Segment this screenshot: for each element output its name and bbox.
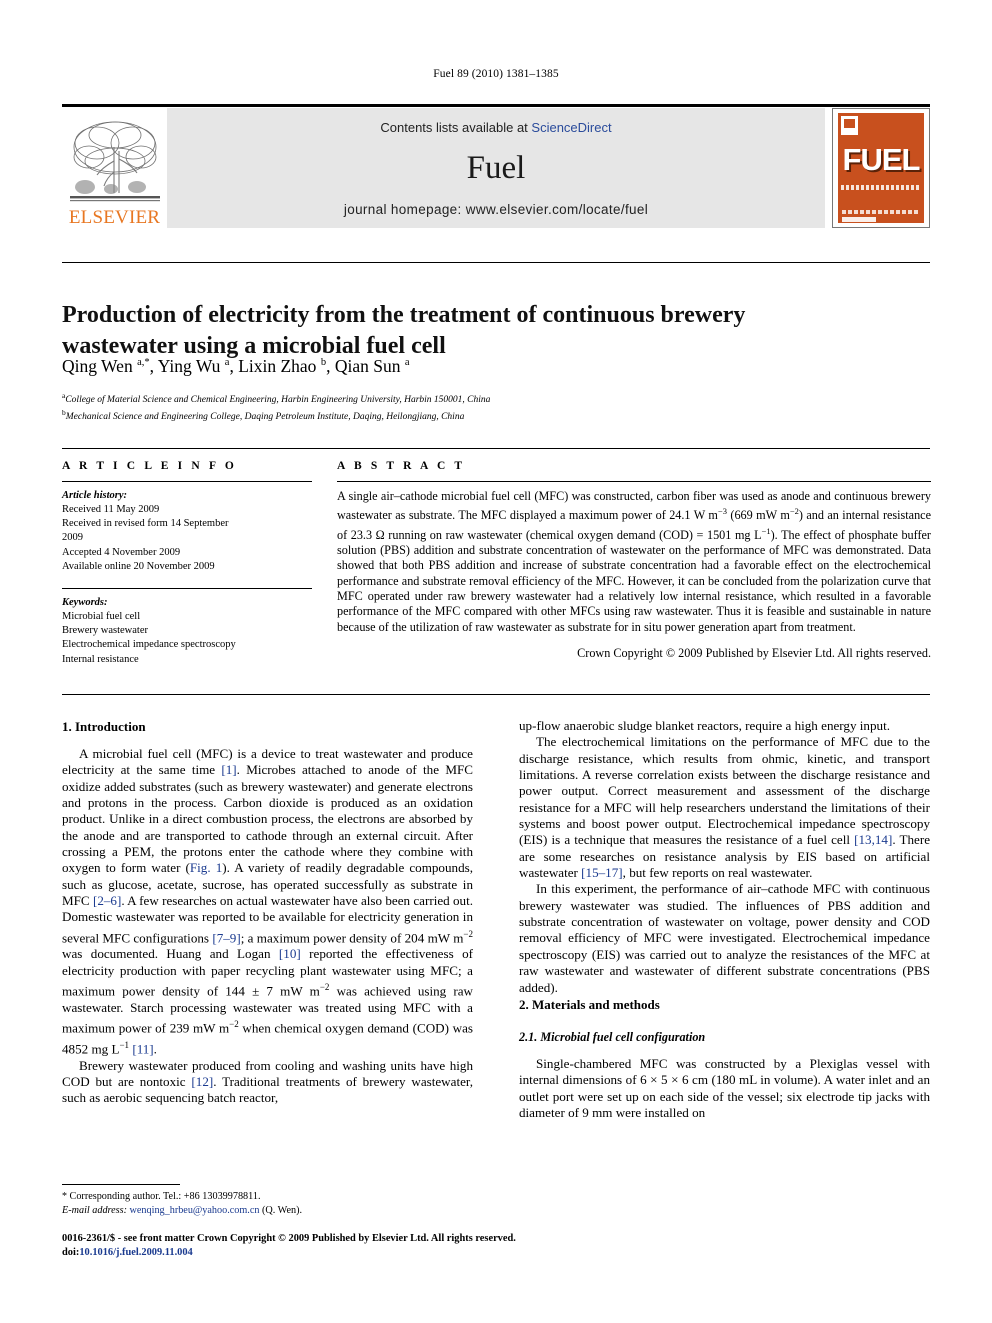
elsevier-logo: ELSEVIER	[62, 108, 167, 228]
abstract-rule	[337, 481, 931, 482]
body-paragraph: In this experiment, the performance of a…	[519, 881, 930, 995]
cover-title-text: FUEL	[842, 142, 921, 177]
affiliation-item: bMechanical Science and Engineering Coll…	[62, 407, 882, 424]
cover-subtitle-bar	[841, 185, 921, 190]
email-label: E-mail address:	[62, 1204, 127, 1216]
info-bottom-divider	[62, 694, 930, 695]
running-head: Fuel 89 (2010) 1381–1385	[433, 68, 559, 80]
body-paragraph: The electrochemical limitations on the p…	[519, 734, 931, 881]
abstract-text: A single air–cathode microbial fuel cell…	[337, 489, 931, 634]
abstract-block: A B S T R A C T A single air–cathode mic…	[337, 460, 931, 661]
body-column-right: up-flow anaerobic sludge blanket reactor…	[519, 718, 930, 1121]
section-heading: 2. Materials and methods	[519, 996, 660, 1012]
article-history-label: Article history:	[62, 490, 128, 501]
contents-prefix: Contents lists available at	[380, 120, 532, 135]
keyword-item: Internal resistance	[62, 653, 139, 665]
affiliation-item: aCollege of Material Science and Chemica…	[62, 390, 882, 407]
author-list: Qing Wen a,*, Ying Wu a, Lixin Zhao b, Q…	[62, 355, 410, 376]
journal-homepage-link[interactable]: journal homepage: www.elsevier.com/locat…	[167, 202, 825, 217]
elsevier-tree-icon	[67, 117, 163, 207]
article-info-heading: A R T I C L E I N F O	[62, 460, 237, 472]
cover-footer-bar	[842, 210, 920, 214]
masthead-top-rule	[62, 104, 930, 107]
doi-line: doi:10.1016/j.fuel.2009.11.004	[62, 1246, 932, 1260]
affiliation-text: Mechanical Science and Engineering Colle…	[65, 411, 465, 422]
body-paragraph: A microbial fuel cell (MFC) is a device …	[62, 746, 473, 1057]
cover-elsevier-mini-icon	[841, 116, 858, 135]
body-column-left: 1. Introduction A microbial fuel cell (MF…	[62, 718, 473, 1107]
abstract-heading: A B S T R A C T	[337, 460, 466, 472]
body-paragraph: up-flow anaerobic sludge blanket reactor…	[519, 718, 890, 733]
imprint-block: 0016-2361/$ - see front matter Crown Cop…	[62, 1232, 932, 1260]
imprint-line: 0016-2361/$ - see front matter Crown Cop…	[62, 1233, 516, 1244]
article-history-item: 2009	[62, 532, 83, 544]
masthead-center: Contents lists available at ScienceDirec…	[167, 108, 825, 228]
affiliation-text: College of Material Science and Chemical…	[65, 395, 491, 406]
email-link[interactable]: wenqing_hrbeu@yahoo.com.cn	[130, 1205, 260, 1216]
keyword-item: Microbial fuel cell	[62, 611, 141, 623]
title-divider	[62, 262, 930, 263]
sciencedirect-link[interactable]: ScienceDirect	[531, 120, 611, 135]
doi-label: doi:	[62, 1247, 80, 1258]
keywords-rule	[62, 588, 312, 590]
subsection-heading: 2.1. Microbial fuel cell configuration	[519, 1029, 706, 1044]
journal-cover-thumbnail: FUEL	[832, 108, 930, 228]
email-owner: (Q. Wen).	[262, 1204, 303, 1216]
article-info-block: A R T I C L E I N F O Article history: R…	[62, 460, 312, 667]
abstract-copyright: Crown Copyright © 2009 Published by Else…	[577, 645, 931, 660]
footnote-divider	[62, 1184, 180, 1185]
elsevier-wordmark: ELSEVIER	[68, 207, 161, 228]
keyword-item: Electrochemical impedance spectroscopy	[62, 639, 236, 651]
article-history-item: Received 11 May 2009	[62, 504, 160, 515]
journal-masthead: ELSEVIER Contents lists available at Sci…	[62, 104, 930, 228]
body-paragraph: Single-chambered MFC was constructed by …	[519, 1055, 930, 1120]
body-paragraph: Brewery wastewater produced from cooling…	[62, 1057, 474, 1106]
section-heading: 1. Introduction	[62, 719, 146, 734]
contents-available-line: Contents lists available at ScienceDirec…	[380, 120, 611, 135]
article-history-item: Received in revised form 14 September	[62, 518, 229, 530]
article-history-item: Accepted 4 November 2009	[62, 546, 181, 558]
article-history-item: Available online 20 November 2009	[62, 560, 215, 572]
corresponding-author-note: * Corresponding author. Tel.: +86 130399…	[62, 1191, 261, 1202]
keyword-item: Brewery wastewater	[62, 625, 148, 637]
doi-link[interactable]: 10.1016/j.fuel.2009.11.004	[79, 1247, 192, 1258]
email-note: E-mail address: wenqing_hrbeu@yahoo.com.…	[62, 1204, 482, 1218]
journal-title: Fuel	[466, 150, 526, 186]
keywords-label: Keywords:	[62, 597, 108, 609]
info-top-divider	[62, 448, 930, 449]
footnote-block: * Corresponding author. Tel.: +86 130399…	[62, 1190, 482, 1217]
cover-footer-logo	[842, 217, 876, 222]
affiliation-list: aCollege of Material Science and Chemica…	[62, 390, 882, 423]
article-info-rule	[62, 481, 312, 482]
paper-page: Fuel 89 (2010) 1381–1385 ELSEVIER Conten…	[0, 0, 992, 1323]
